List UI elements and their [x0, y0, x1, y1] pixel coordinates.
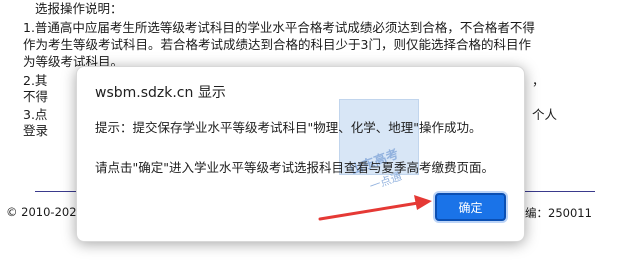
rule1-line1: 1.普通高中应届考生所选等级考试科目的学业水平合格考试成绩必须达到合格，不合格者… — [23, 20, 535, 35]
dialog-title: wsbm.sdzk.cn 显示 — [95, 85, 226, 101]
rule3-end: 个人 — [532, 107, 558, 122]
alert-dialog: wsbm.sdzk.cn 显示 山东高考 一点通 提示：提交保存学业水平等级考试… — [76, 66, 525, 242]
rule3-start: 3.点 — [23, 107, 48, 122]
dialog-message-instruction: 请点击"确定"进入学业水平等级考试选报科目查看与夏季高考缴费页面。 — [95, 160, 495, 175]
rule2-start: 2.其 — [23, 73, 48, 88]
rule2-end: ， — [532, 73, 545, 88]
watermark-logo: 山东高考 一点通 — [339, 99, 421, 207]
rule1-line2: 作为考生等级考试科目。若合格考试成绩达到合格的科目少于3门，则仅能选择合格的科目… — [23, 37, 531, 52]
rule3-line2: 登录 — [23, 123, 49, 138]
red-arrow-icon — [318, 195, 432, 221]
footer-postcode: 编：250011 — [525, 206, 592, 220]
rule2-cont: 不得 — [23, 89, 49, 104]
ok-button[interactable]: 确定 — [435, 193, 506, 221]
instructions-heading: 选报操作说明： — [35, 1, 123, 16]
footer-copyright: © 2010-202 — [6, 205, 77, 219]
dialog-message-success: 提示：提交保存学业水平等级考试科目"物理、化学、地理"操作成功。 — [95, 120, 482, 135]
